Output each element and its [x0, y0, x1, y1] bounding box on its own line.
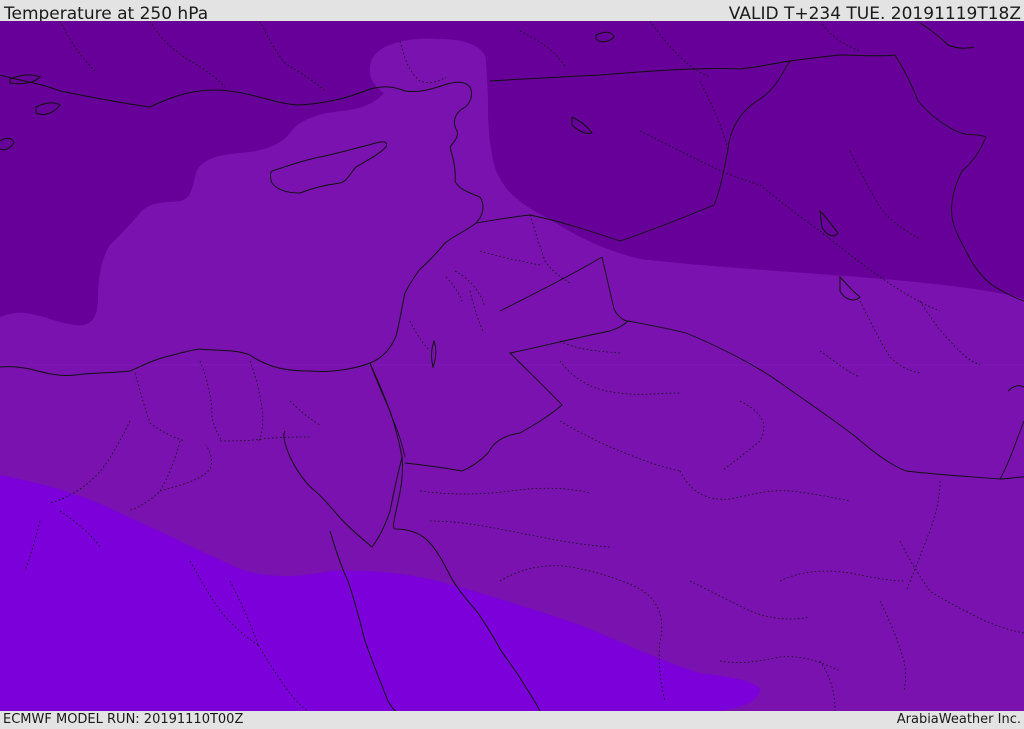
model-run-label: ECMWF MODEL RUN: 20191110T00Z	[3, 712, 244, 727]
weather-map-frame: Temperature at 250 hPa VALID T+234 TUE. …	[0, 0, 1024, 729]
header-bar: Temperature at 250 hPa VALID T+234 TUE. …	[0, 0, 1024, 24]
map-canvas[interactable]	[0, 21, 1024, 711]
footer-bar: ECMWF MODEL RUN: 20191110T00Z ArabiaWeat…	[0, 711, 1024, 729]
credit-label: ArabiaWeather Inc.	[896, 712, 1021, 727]
